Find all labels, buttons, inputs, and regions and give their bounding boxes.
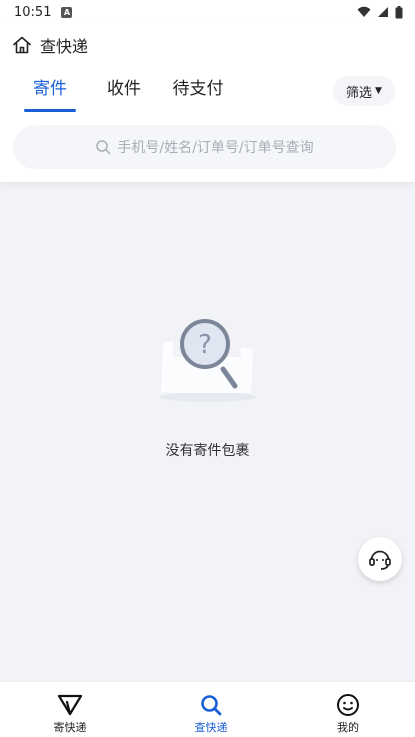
page-title: 查快递 xyxy=(40,37,89,56)
search-input[interactable]: 手机号/姓名/订单号/订单号查询 xyxy=(13,125,396,169)
tab-receive-label: 收件 xyxy=(107,79,141,99)
battery-icon xyxy=(395,5,403,18)
caret-down-icon: ▼ xyxy=(375,86,382,96)
title-row: 查快递 xyxy=(12,32,88,58)
empty-state-message: 没有寄件包裹 xyxy=(165,443,250,459)
app-header: 查快递 寄件 收件 待支付 筛选 ▼ 手机号/姓名/订单号/订单号查询 xyxy=(0,24,415,182)
customer-service-button[interactable] xyxy=(358,537,402,581)
filter-button[interactable]: 筛选 ▼ xyxy=(333,76,395,106)
home-icon[interactable] xyxy=(12,35,32,55)
magnifier-question-icon: ? xyxy=(160,319,256,402)
search-placeholder: 手机号/姓名/订单号/订单号查询 xyxy=(117,140,314,156)
bottom-nav: 寄快递 查快递 我的 xyxy=(0,681,415,737)
tab-send[interactable]: 寄件 xyxy=(24,70,76,114)
nav-send-express-label: 寄快递 xyxy=(53,721,87,734)
svg-text:?: ? xyxy=(198,330,212,360)
nav-track-express[interactable]: 查快递 xyxy=(166,682,256,737)
filter-label: 筛选 xyxy=(346,85,373,101)
tab-active-indicator xyxy=(24,109,76,112)
nav-profile-label: 我的 xyxy=(337,721,359,734)
tab-send-label: 寄件 xyxy=(33,79,67,99)
status-time: 10:51 xyxy=(14,4,52,20)
signal-icon xyxy=(378,7,388,17)
send-icon xyxy=(57,694,83,716)
tab-pending-payment[interactable]: 待支付 xyxy=(170,70,226,114)
nav-send-express[interactable]: 寄快递 xyxy=(25,682,115,737)
tab-receive[interactable]: 收件 xyxy=(104,70,144,114)
empty-state-illustration: ? xyxy=(153,313,263,409)
status-bar: 10:51 A xyxy=(0,0,415,24)
search-icon xyxy=(96,140,111,155)
wifi-icon xyxy=(357,6,371,17)
nav-profile[interactable]: 我的 xyxy=(303,682,393,737)
smiley-icon xyxy=(337,694,359,716)
tab-pending-payment-label: 待支付 xyxy=(172,79,224,99)
search-icon xyxy=(201,695,222,716)
tab-bar: 寄件 收件 待支付 筛选 ▼ xyxy=(0,70,415,114)
nav-track-express-label: 查快递 xyxy=(194,721,228,734)
notification-icon: A xyxy=(61,6,73,18)
headset-icon xyxy=(369,550,391,570)
